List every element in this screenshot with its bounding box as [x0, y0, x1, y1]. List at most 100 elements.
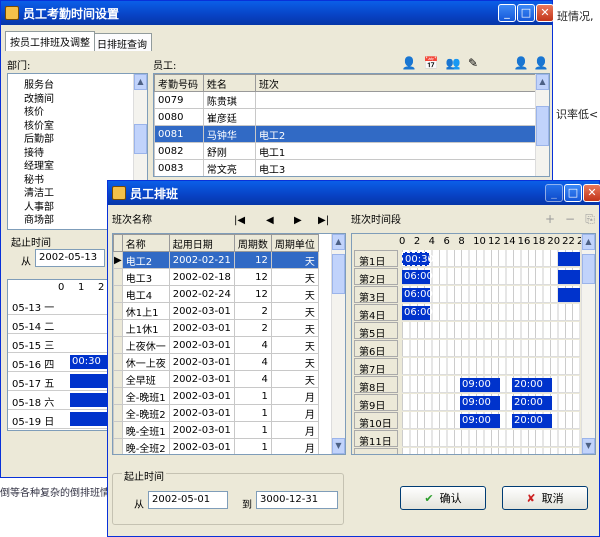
day-time-bar[interactable]	[70, 393, 110, 407]
shift-row[interactable]: 晚-全班1 2002-03-01 1 月	[113, 421, 319, 439]
emp-col-header[interactable]: 考勤号码	[154, 74, 204, 92]
shift-day-slots[interactable]	[402, 448, 580, 454]
shift-time-bar[interactable]: 20:00	[512, 396, 552, 410]
group-icon[interactable]: 👥	[445, 55, 461, 71]
shift-cell: 电工3	[121, 268, 170, 286]
hour-label: 0	[58, 282, 65, 293]
shift-time-bar[interactable]: 09:00	[460, 396, 500, 410]
user-icon[interactable]: 👤	[401, 55, 417, 71]
shift-time-bar[interactable]	[558, 270, 580, 284]
shift-row[interactable]: 全-晚班1 2002-03-01 1 月	[113, 387, 319, 405]
row-indicator	[113, 336, 123, 354]
employee-row[interactable]: 0080 崔彦廷	[154, 108, 538, 126]
day-label: 05-18 六	[12, 398, 55, 409]
shift-row[interactable]: 上1休1 2002-03-01 2 天	[113, 319, 319, 337]
shift-row[interactable]: 晚-全班2 2002-03-01 1 月	[113, 438, 319, 454]
dialog-to-date[interactable]: 3000-12-31	[256, 491, 338, 509]
maximize-button[interactable]: □	[517, 4, 535, 22]
copy-icon[interactable]: ⎘	[582, 211, 598, 227]
shift-day-slots[interactable]	[402, 430, 580, 447]
tab-daily-query[interactable]: 日排班查询	[92, 33, 152, 51]
dialog-to-label: 到	[242, 500, 252, 511]
shift-day-slots[interactable]	[402, 322, 580, 339]
shift-col-header[interactable]: 周期单位	[270, 234, 319, 252]
nav-last-button[interactable]: ▶|	[318, 215, 329, 226]
nav-first-button[interactable]: |◀	[234, 215, 245, 226]
employee-cell: 0082	[154, 142, 204, 160]
calendar-icon[interactable]: 📅	[423, 55, 439, 71]
remove-icon[interactable]: −	[562, 211, 578, 227]
shift-row[interactable]: 全早班 2002-03-01 4 天	[113, 370, 319, 388]
shift-time-bar[interactable]: 00:30	[402, 252, 434, 266]
shift-hour-label: 8	[458, 236, 465, 247]
shift-time-grid[interactable]: 024681012141618202224 第1日第2日第3日第4日第5日第6日…	[351, 233, 596, 455]
shift-time-bar[interactable]	[558, 288, 580, 302]
emp-col-header[interactable]: 班次	[254, 74, 538, 92]
shift-grid[interactable]: 名称 起用日期 周期数 周期单位 ▶ 电工2 2002-02-21 12 天电工3 2002-0…	[112, 233, 346, 455]
shift-col-header[interactable]: 起用日期	[168, 234, 235, 252]
shift-cell: 晚-全班2	[121, 438, 170, 454]
shift-cell: 月	[270, 404, 319, 422]
add-icon[interactable]: +	[542, 211, 558, 227]
tab-by-employee[interactable]: 按员工排班及调整	[5, 31, 95, 51]
shift-time-bar[interactable]	[558, 252, 580, 266]
shift-row[interactable]: 电工4 2002-02-24 12 天	[113, 285, 319, 303]
day-time-bar[interactable]	[70, 412, 110, 426]
employee-cell: 0081	[154, 125, 204, 143]
shift-row[interactable]: 全-晚班2 2002-03-01 1 月	[113, 404, 319, 422]
cancel-button[interactable]: ✘ 取消	[502, 486, 588, 510]
shift-col-header[interactable]: 周期数	[233, 234, 272, 252]
shift-col-header[interactable]: 名称	[121, 234, 170, 252]
check-icon: ✔	[424, 491, 434, 505]
day-row-line	[8, 371, 110, 372]
shift-scrollbar[interactable]: ▲ ▼	[331, 234, 345, 454]
person-remove-icon[interactable]: 👤	[533, 55, 549, 71]
shift-time-bar[interactable]: 09:00	[460, 414, 500, 428]
shift-day-label: 第11日	[354, 430, 398, 448]
employee-row[interactable]: 0083 常文亮 电工3	[154, 159, 538, 176]
shift-time-bar[interactable]: 20:00	[512, 378, 552, 392]
hour-label: 2	[98, 282, 105, 293]
edit-icon[interactable]: ✎	[465, 55, 481, 71]
shift-time-bar[interactable]: 06:00	[402, 270, 433, 284]
employee-scrollbar[interactable]: ▲	[535, 74, 549, 176]
shift-time-bar[interactable]: 09:00	[460, 378, 500, 392]
shift-cell: 2002-03-01	[168, 353, 235, 371]
shift-cell: 2002-03-01	[168, 438, 235, 454]
close-button[interactable]: ✕	[536, 4, 554, 22]
shift-day-slots[interactable]	[402, 358, 580, 375]
dialog-minimize-button[interactable]: _	[545, 184, 563, 202]
time-scrollbar[interactable]: ▲ ▼	[581, 234, 595, 454]
employee-row[interactable]: 0079 陈贵琪	[154, 91, 538, 109]
shift-row[interactable]: 休1上1 2002-03-01 2 天	[113, 302, 319, 320]
dialog-from-date[interactable]: 2002-05-01	[148, 491, 228, 509]
dept-item[interactable]: 商场部	[24, 211, 54, 226]
minimize-button[interactable]: _	[498, 4, 516, 22]
nav-next-button[interactable]: ▶	[294, 215, 302, 226]
employee-row[interactable]: 0081 马钟华 电工2	[154, 125, 538, 143]
person-add-icon[interactable]: 👤	[513, 55, 529, 71]
shift-row[interactable]: 休一上夜 2002-03-01 4 天	[113, 353, 319, 371]
shift-time-bar[interactable]: 20:00	[512, 414, 552, 428]
day-time-bar[interactable]	[70, 374, 110, 388]
dialog-close-button[interactable]: ✕	[583, 184, 600, 202]
shift-row[interactable]: 电工3 2002-02-18 12 天	[113, 268, 319, 286]
employee-cell: 0083	[154, 159, 204, 176]
nav-prev-button[interactable]: ◀	[266, 215, 274, 226]
employee-cell	[254, 108, 538, 126]
shift-cell: 晚-全班1	[121, 421, 170, 439]
shift-row[interactable]: ▶ 电工2 2002-02-21 12 天	[113, 251, 319, 269]
main-from-date[interactable]: 2002-05-13	[35, 249, 105, 267]
shift-time-bar[interactable]: 06:00	[402, 288, 433, 302]
day-time-bar[interactable]: 00:30	[70, 355, 110, 369]
day-schedule-grid[interactable]: 0 1 2 05-13 一 05-14 二 05-15 三 05-16 四 00:30 05-…	[7, 279, 111, 431]
confirm-button[interactable]: ✔ 确认	[400, 486, 486, 510]
day-label: 05-15 三	[12, 341, 55, 352]
shift-time-bar[interactable]: 06:00	[402, 306, 433, 320]
employee-grid[interactable]: 考勤号码 姓名 班次 0079 陈贵琪 0080 崔彦廷 0081 马钟华 电工2 0082 舒刚电…	[153, 73, 550, 177]
shift-day-slots[interactable]	[402, 340, 580, 357]
shift-row[interactable]: 上夜休一 2002-03-01 4 天	[113, 336, 319, 354]
emp-col-header[interactable]: 姓名	[202, 74, 256, 92]
dialog-maximize-button[interactable]: □	[564, 184, 582, 202]
employee-row[interactable]: 0082 舒刚 电工1	[154, 142, 538, 160]
